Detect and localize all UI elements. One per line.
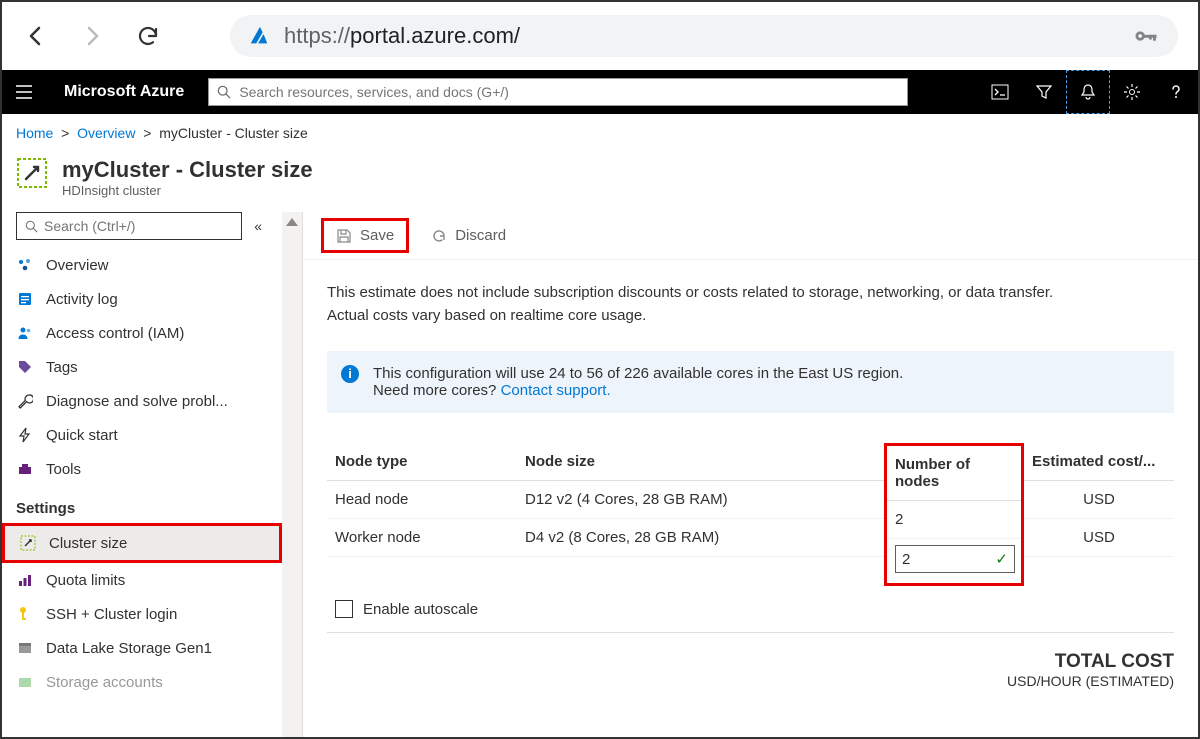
browser-forward-button[interactable] (78, 22, 106, 50)
enable-autoscale-checkbox[interactable] (335, 600, 353, 618)
breadcrumb-home[interactable]: Home (16, 125, 53, 141)
people-icon (16, 324, 34, 342)
breadcrumb-overview[interactable]: Overview (77, 125, 135, 141)
key-icon (1132, 22, 1160, 50)
collapse-sidebar-button[interactable]: « (248, 218, 268, 234)
search-icon (217, 85, 231, 99)
discard-button[interactable]: Discard (423, 223, 514, 248)
browser-reload-button[interactable] (134, 22, 162, 50)
global-search-input[interactable] (208, 78, 908, 106)
total-cost: TOTAL COST USD/HOUR (ESTIMATED) (327, 651, 1174, 689)
scale-icon (19, 534, 37, 552)
key-icon (16, 605, 34, 623)
head-node-cost: USD (1024, 481, 1174, 519)
sidebar-item-overview[interactable]: Overview (2, 248, 282, 282)
search-icon (25, 220, 38, 233)
notifications-icon[interactable] (1066, 70, 1110, 114)
settings-gear-icon[interactable] (1110, 70, 1154, 114)
brand-label: Microsoft Azure (46, 83, 202, 101)
command-bar: Save Discard (303, 212, 1198, 260)
sidebar-item-quota[interactable]: Quota limits (2, 563, 282, 597)
sidebar-item-storage-accounts[interactable]: Storage accounts (2, 665, 282, 699)
storage-account-icon (16, 673, 34, 691)
table-row: Head node D12 v2 (4 Cores, 28 GB RAM) (327, 481, 884, 519)
check-icon: ✓ (995, 550, 1008, 568)
sidebar-item-tags[interactable]: Tags (2, 350, 282, 384)
info-box: i This configuration will use 24 to 56 o… (327, 351, 1174, 413)
cloud-shell-icon[interactable] (978, 70, 1022, 114)
scroll-up-icon (286, 218, 298, 226)
sidebar-item-activity-log[interactable]: Activity log (2, 282, 282, 316)
col-estimated-cost: Estimated cost/... (1024, 443, 1174, 481)
breadcrumb: Home > Overview > myCluster - Cluster si… (2, 114, 1198, 152)
sidebar-item-quick-start[interactable]: Quick start (2, 418, 282, 452)
sidebar-search-input[interactable] (16, 212, 242, 240)
sidebar-item-diagnose[interactable]: Diagnose and solve probl... (2, 384, 282, 418)
directory-filter-icon[interactable] (1022, 70, 1066, 114)
sidebar-section-settings: Settings (2, 486, 282, 523)
lightning-icon (16, 426, 34, 444)
sidebar-item-ssh[interactable]: SSH + Cluster login (2, 597, 282, 631)
hamburger-menu-button[interactable] (2, 83, 46, 101)
contact-support-link[interactable]: Contact support. (501, 382, 611, 399)
enable-autoscale-label: Enable autoscale (363, 601, 478, 618)
sidebar-item-tools[interactable]: Tools (2, 452, 282, 486)
url-text: https://portal.azure.com/ (284, 23, 520, 49)
enable-autoscale-row: Enable autoscale (327, 586, 1174, 633)
sidebar: « Overview Activity log Access control (… (2, 212, 302, 737)
sidebar-scrollbar[interactable] (282, 212, 302, 737)
nodes-table: Node type Node size Head node D12 v2 (4 … (327, 443, 884, 557)
discard-icon (431, 228, 447, 244)
browser-url-bar[interactable]: https://portal.azure.com/ (230, 15, 1178, 57)
save-button[interactable]: Save (328, 223, 402, 248)
content-pane: Save Discard This estimate does not incl… (302, 212, 1198, 737)
storage-icon (16, 639, 34, 657)
sidebar-item-cluster-size[interactable]: Cluster size (2, 523, 282, 563)
save-icon (336, 228, 352, 244)
tag-icon (16, 358, 34, 376)
sidebar-item-adls[interactable]: Data Lake Storage Gen1 (2, 631, 282, 665)
page-title: myCluster - Cluster size (62, 157, 313, 183)
page-header: myCluster - Cluster size HDInsight clust… (2, 152, 1198, 212)
col-node-type: Node type (327, 443, 517, 481)
azure-top-bar: Microsoft Azure (2, 70, 1198, 114)
worker-node-cost: USD (1024, 519, 1174, 557)
table-row: Worker node D4 v2 (8 Cores, 28 GB RAM) (327, 519, 884, 557)
help-icon[interactable] (1154, 70, 1198, 114)
page-subtitle: HDInsight cluster (62, 183, 313, 198)
wrench-icon (16, 392, 34, 410)
col-node-size: Node size (517, 443, 884, 481)
resource-icon (16, 157, 48, 189)
browser-back-button[interactable] (22, 22, 50, 50)
activity-log-icon (16, 290, 34, 308)
breadcrumb-current: myCluster - Cluster size (159, 125, 308, 141)
overview-icon (16, 256, 34, 274)
sidebar-item-iam[interactable]: Access control (IAM) (2, 316, 282, 350)
estimate-note: This estimate does not include subscript… (327, 282, 1174, 327)
worker-node-count-input[interactable]: 2 ✓ (895, 545, 1015, 573)
tools-icon (16, 460, 34, 478)
info-icon: i (341, 365, 359, 383)
number-of-nodes-column: Number of nodes 2 2 ✓ (884, 443, 1024, 586)
head-node-count: 2 (887, 501, 1021, 539)
browser-toolbar: https://portal.azure.com/ (2, 2, 1198, 70)
quota-icon (16, 571, 34, 589)
azure-logo-icon (248, 25, 270, 47)
